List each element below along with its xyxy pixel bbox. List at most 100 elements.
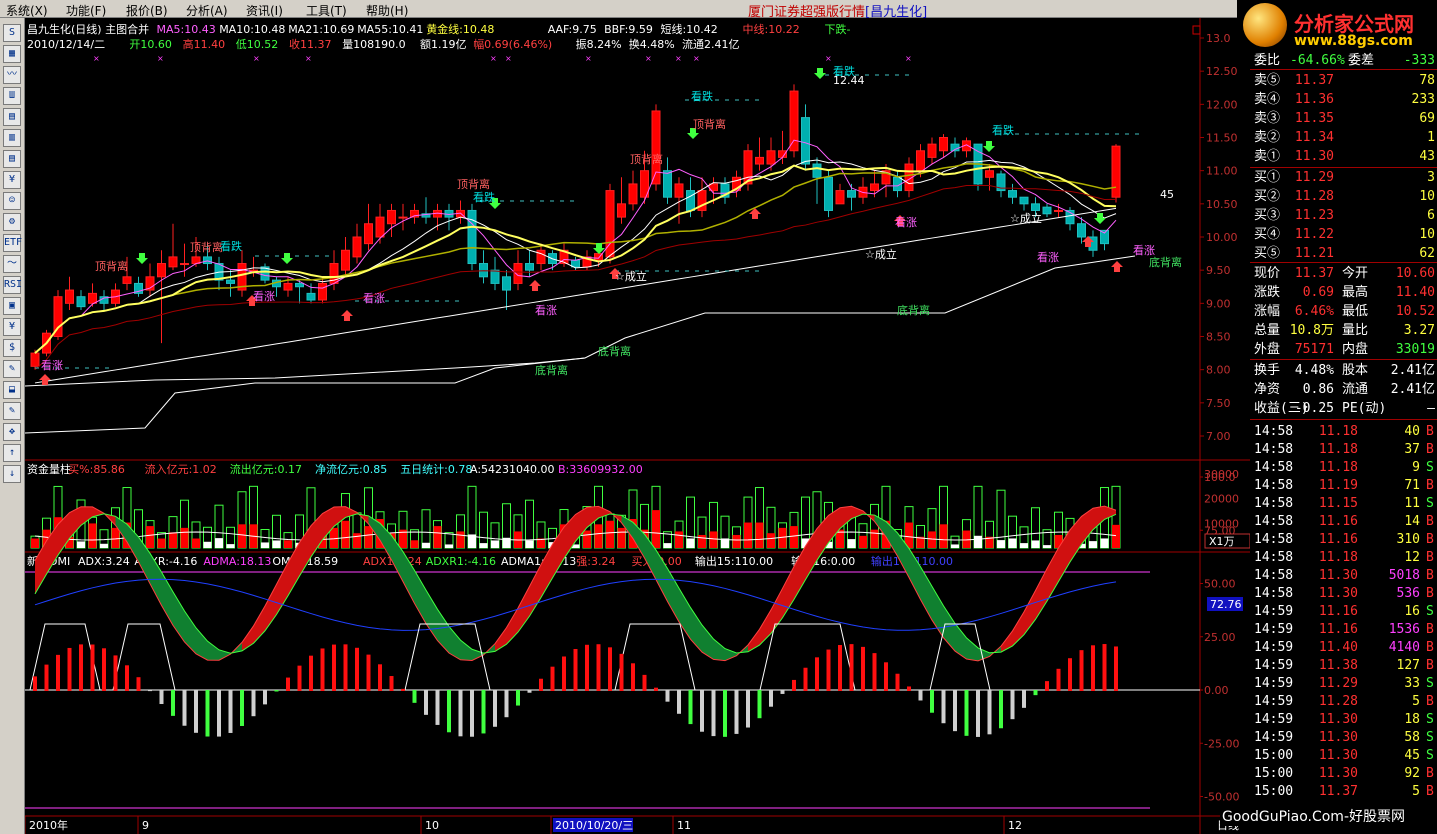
- dmi-histogram-bar: [815, 657, 819, 691]
- stat2-row-cell: 股本: [1342, 363, 1369, 378]
- candle-body: [467, 209, 477, 265]
- stat-row-cell: 涨幅: [1254, 304, 1281, 319]
- volume-a: A:54231040.00: [470, 463, 555, 476]
- toolbar-button-13[interactable]: ▣: [3, 297, 21, 315]
- candle-body: [168, 256, 178, 268]
- dmi-histogram-bar: [90, 644, 95, 691]
- toolbar-button-5[interactable]: ▥: [3, 129, 21, 147]
- candle-body: [985, 170, 994, 178]
- candle-body: [674, 183, 684, 198]
- panel-max-icon: [1192, 25, 1201, 35]
- dmi-histogram-bar: [33, 676, 37, 691]
- bottom-envelope: [25, 255, 1136, 434]
- toolbar-button-1[interactable]: ▦: [3, 45, 21, 63]
- volume-bar: [755, 522, 764, 548]
- toolbar-button-11[interactable]: 〜: [3, 255, 21, 273]
- candle-body: [122, 276, 132, 284]
- buy-row-cell: 11.29: [1294, 170, 1334, 185]
- stat-row-cell: 11.40: [1395, 285, 1435, 300]
- toolbar-button-8[interactable]: ☺: [3, 192, 21, 210]
- sell-row-cell: 1: [1427, 130, 1435, 145]
- dmi-signal-trapezoid: [614, 623, 696, 691]
- toolbar-button-7[interactable]: ¥: [3, 171, 21, 189]
- dmi-y-label: 25.00: [1204, 631, 1236, 644]
- toolbar-button-0[interactable]: S: [3, 24, 21, 42]
- toolbar-button-18[interactable]: ✎: [3, 402, 21, 420]
- x-axis-label: 9: [142, 819, 149, 832]
- toolbar-button-4[interactable]: ▤: [3, 108, 21, 126]
- chart-annotation: 看跌: [220, 239, 242, 253]
- toolbar-button-17[interactable]: ⬓: [3, 381, 21, 399]
- toolbar-button-12[interactable]: RSI: [3, 276, 22, 294]
- dmi-histogram-bar: [228, 690, 233, 733]
- quote-top-row: 委比 -64.66% 委差 -333: [1250, 52, 1437, 70]
- tick-row-cell: 11.40: [1318, 640, 1358, 655]
- tick-row: 14:59 11.38 127 B: [1250, 657, 1437, 675]
- tick-row-cell: S: [1426, 604, 1434, 619]
- header-ma21: MA21:10.69: [288, 23, 354, 36]
- sell-row-cell: 卖①: [1254, 149, 1281, 164]
- dmi-histogram-bar: [159, 690, 164, 705]
- menu-item-3[interactable]: 分析(A): [186, 2, 228, 19]
- dmi-band: [460, 640, 472, 661]
- chart-annotation: 看涨: [535, 303, 557, 317]
- tick-row-cell: 11.30: [1318, 730, 1358, 745]
- toolbar-button-16[interactable]: ✎: [3, 360, 21, 378]
- stat-row-cell: 今开: [1342, 266, 1369, 281]
- menu-item-2[interactable]: 报价(B): [126, 2, 168, 19]
- volume-five_day: 五日统计:0.78: [400, 463, 472, 476]
- tick-row-cell: B: [1426, 622, 1434, 637]
- site-logo: 分析家公式网 www.88gs.com: [1237, 0, 1437, 52]
- menu-item-1[interactable]: 功能(F): [66, 2, 106, 19]
- dmi-histogram-bar: [746, 690, 750, 728]
- chart-annotation: 看涨: [1037, 250, 1059, 264]
- volume-bar: [100, 543, 108, 548]
- candle-body: [789, 90, 799, 152]
- tick-row-cell: 11.28: [1318, 694, 1358, 709]
- toolbar-button-9[interactable]: ⚙: [3, 213, 21, 231]
- volume-bar: [238, 524, 246, 548]
- tick-row-cell: S: [1426, 676, 1434, 691]
- dmi-histogram-bar: [769, 690, 773, 707]
- stat-row-cell: 量比: [1342, 323, 1369, 338]
- volume-bar: [364, 526, 373, 548]
- dmi-histogram-bar: [792, 679, 796, 691]
- dmi-y-label: -25.00: [1204, 737, 1239, 750]
- tick-row-cell: 11.16: [1318, 604, 1358, 619]
- buy-row: 买① 11.29 3: [1250, 169, 1437, 187]
- volume-bar: [1043, 545, 1051, 548]
- buy-row-cell: 买⑤: [1254, 246, 1281, 261]
- sell-row: 卖③ 11.35 69: [1250, 110, 1437, 128]
- stat-row-cell: 3.27: [1403, 323, 1435, 338]
- candle-body: [1111, 145, 1121, 198]
- tick-row-cell: 15:00: [1254, 784, 1294, 799]
- dmi-histogram-bar: [987, 690, 992, 735]
- toolbar-button-14[interactable]: ¥: [3, 318, 21, 336]
- chart-annotation: 底背离: [1149, 255, 1182, 269]
- toolbar-button-15[interactable]: $: [3, 339, 21, 357]
- menu-item-0[interactable]: 系统(X): [6, 2, 48, 19]
- dmi-band: [1047, 547, 1059, 602]
- dmi-histogram-bar: [343, 644, 348, 691]
- candle-body: [571, 259, 580, 268]
- toolbar-button-6[interactable]: ▤: [3, 150, 21, 168]
- toolbar-button-2[interactable]: 〰: [3, 66, 21, 84]
- menu-item-5[interactable]: 工具(T): [306, 2, 347, 19]
- stat-row-cell: 总量: [1254, 323, 1281, 338]
- chart-annotation: 看跌: [473, 190, 495, 204]
- toolbar-button-19[interactable]: ✥: [3, 423, 21, 441]
- toolbar-button-10[interactable]: ETF: [3, 234, 22, 252]
- dmi-band: [966, 637, 978, 661]
- menu-item-4[interactable]: 资讯(I): [246, 2, 283, 19]
- menu-item-6[interactable]: 帮助(H): [366, 2, 408, 19]
- dmi-histogram-bar: [263, 690, 267, 705]
- y-axis-label: 10.50: [1206, 198, 1238, 211]
- toolbar-button-20[interactable]: ↑: [3, 444, 21, 462]
- candle-body: [490, 269, 500, 284]
- volume-title: 资金量柱: [27, 462, 71, 476]
- dmi-out15: 输出15:110.00: [695, 554, 773, 568]
- toolbar-button-3[interactable]: Ш: [3, 87, 21, 105]
- stat-row: 总量 10.8万 量比 3.27: [1250, 322, 1437, 340]
- toolbar-button-21[interactable]: ↓: [3, 465, 21, 483]
- chart-area[interactable]: 13.0 12.50 12.00 11.50 11.00 10.50 10.00 9.50 9.…: [25, 18, 1250, 834]
